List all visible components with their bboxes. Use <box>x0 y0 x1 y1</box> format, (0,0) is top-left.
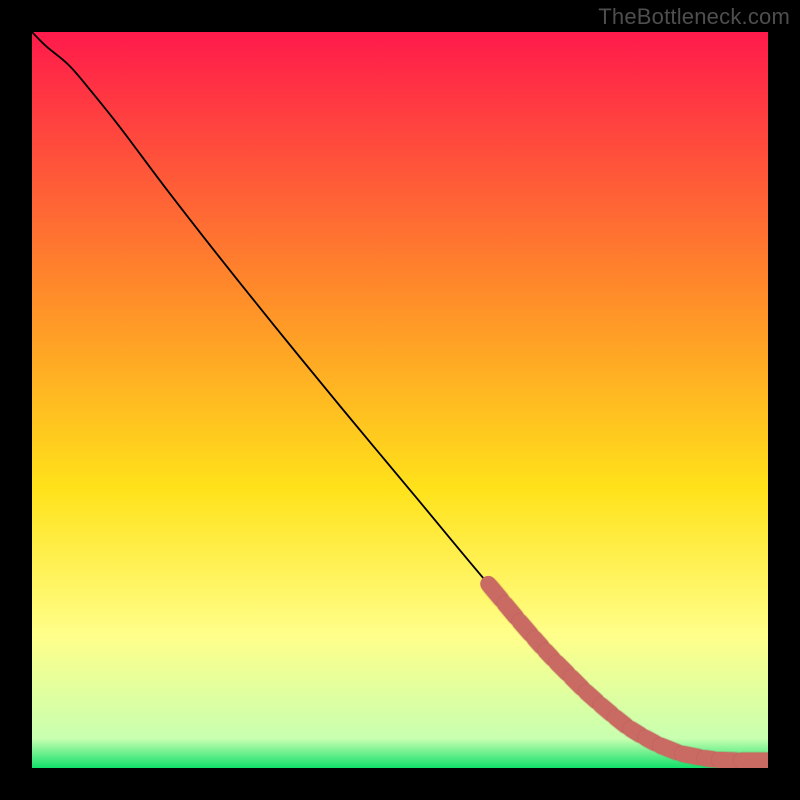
gradient-rect <box>32 32 768 768</box>
chart-stage: TheBottleneck.com <box>0 0 800 800</box>
plot-background <box>32 32 768 768</box>
watermark-text: TheBottleneck.com <box>598 4 790 30</box>
